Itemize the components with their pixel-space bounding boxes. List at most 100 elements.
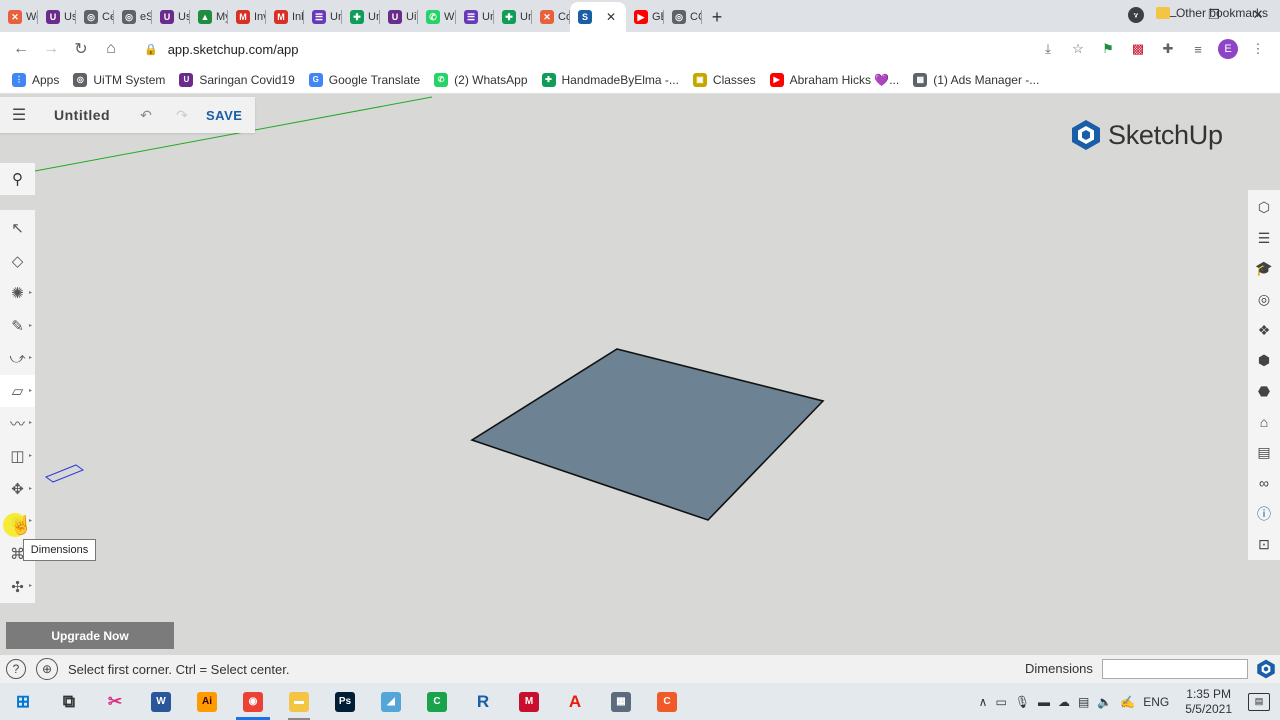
- taskbar-acrobat[interactable]: A: [552, 683, 598, 720]
- save-button[interactable]: SAVE: [200, 108, 242, 123]
- chrome-menu-icon[interactable]: ⋮: [1248, 39, 1268, 59]
- taskbar-app-c[interactable]: C: [644, 683, 690, 720]
- bookmark-star-icon[interactable]: ☆: [1068, 39, 1088, 59]
- profile-avatar[interactable]: E: [1218, 39, 1238, 59]
- pen-icon[interactable]: ✍: [1120, 695, 1135, 709]
- reload-icon[interactable]: ↻: [66, 34, 96, 64]
- model-canvas[interactable]: [0, 95, 1280, 655]
- tags-icon[interactable]: ⌂: [1248, 407, 1280, 438]
- arc-tool[interactable]: ⤻ ▸: [0, 342, 35, 375]
- microphone-icon[interactable]: 🎙: [1015, 695, 1030, 709]
- solar-icon[interactable]: ⊡: [1248, 529, 1280, 560]
- 3d-warehouse-icon[interactable]: ⬣: [1248, 376, 1280, 407]
- browser-tab[interactable]: ◎ Cert: [76, 2, 114, 32]
- redo-icon[interactable]: ↷: [164, 107, 200, 124]
- bookmark-item[interactable]: G Google Translate: [308, 72, 420, 87]
- taskbar-revit[interactable]: R: [460, 683, 506, 720]
- taskbar-snipping-tool[interactable]: ✂: [92, 683, 138, 720]
- bookmark-item[interactable]: ▦ (1) Ads Manager -...: [913, 72, 1039, 87]
- tab-close-icon[interactable]: ✕: [606, 10, 616, 24]
- browser-tab[interactable]: ▶ GET: [626, 2, 664, 32]
- browser-tab[interactable]: ✕ Wel: [0, 2, 38, 32]
- offset-tool[interactable]: ◫ ▸: [0, 440, 35, 473]
- browser-tab[interactable]: U UiTI: [380, 2, 418, 32]
- taskbar-start-button[interactable]: ⊞: [0, 683, 46, 720]
- taskbar-photoshop[interactable]: Ps: [322, 683, 368, 720]
- move-tool[interactable]: ✥ ▸: [0, 473, 35, 506]
- materials-icon[interactable]: ◎: [1248, 284, 1280, 315]
- forward-icon[interactable]: →: [36, 34, 66, 64]
- taskbar-illustrator[interactable]: Ai: [184, 683, 230, 720]
- home-icon[interactable]: ⌂: [96, 34, 126, 64]
- cloud-icon[interactable]: ☁: [1058, 695, 1070, 709]
- help-icon[interactable]: ?: [6, 659, 26, 679]
- instructor-icon[interactable]: 🎓: [1248, 253, 1280, 284]
- browser-tab[interactable]: ☰ Unt: [456, 2, 494, 32]
- address-bar[interactable]: 🔒 app.sketchup.com/app: [134, 36, 1094, 62]
- upgrade-now-button[interactable]: Upgrade Now: [6, 622, 174, 649]
- reading-list-icon[interactable]: ≡: [1188, 39, 1208, 59]
- taskbar-file-explorer[interactable]: ▬: [276, 683, 322, 720]
- install-icon[interactable]: ⤓: [1038, 39, 1058, 59]
- new-tab-button[interactable]: +: [702, 2, 732, 32]
- rectangle-face[interactable]: [470, 348, 825, 521]
- search-icon[interactable]: ⚲: [0, 163, 35, 195]
- browser-tab[interactable]: U Use: [152, 2, 190, 32]
- back-icon[interactable]: ←: [6, 34, 36, 64]
- browser-tab[interactable]: M Inbc: [266, 2, 304, 32]
- taskbar-word[interactable]: W: [138, 683, 184, 720]
- select-tool[interactable]: ↖: [0, 212, 35, 245]
- notifications-icon[interactable]: ▤: [1248, 692, 1270, 711]
- network-icon[interactable]: ▭: [995, 695, 1006, 709]
- extension-miro-icon[interactable]: ▩: [1128, 39, 1148, 59]
- components-icon[interactable]: ❖: [1248, 315, 1280, 346]
- display-icon[interactable]: ∞: [1248, 468, 1280, 499]
- menu-icon[interactable]: ☰: [0, 97, 38, 133]
- extension-flag-icon[interactable]: ⚑: [1098, 39, 1118, 59]
- clock[interactable]: 1:35 PM 5/5/2021: [1185, 687, 1232, 717]
- taskbar-sketchup-desktop[interactable]: ◢: [368, 683, 414, 720]
- bookmark-item[interactable]: ◎ UiTM System: [73, 72, 165, 87]
- rectangle-tool[interactable]: ▱ ▸: [0, 374, 35, 408]
- bookmark-item[interactable]: ▣ Classes: [692, 72, 756, 87]
- push-pull-tool[interactable]: 〰 ▸: [0, 407, 35, 440]
- browser-tab[interactable]: ✕ Cor: [532, 2, 570, 32]
- wifi-icon[interactable]: ▤: [1078, 695, 1089, 709]
- line-tool[interactable]: ✎ ▸: [0, 310, 35, 343]
- bookmarks-overflow-icon[interactable]: »: [1133, 6, 1140, 20]
- bookmark-item[interactable]: ✆ (2) WhatsApp: [434, 72, 528, 87]
- browser-tab[interactable]: S ✕: [570, 2, 626, 32]
- eraser-tool[interactable]: ◇: [0, 245, 35, 278]
- undo-icon[interactable]: ↶: [128, 107, 164, 124]
- taskbar-chrome[interactable]: ◉: [230, 683, 276, 720]
- browser-tab[interactable]: ◎ eSu: [114, 2, 152, 32]
- bookmark-item[interactable]: ▶ Abraham Hicks 💜...: [769, 72, 899, 87]
- taskbar-calculator[interactable]: ▦: [598, 683, 644, 720]
- styles-icon[interactable]: ⬢: [1248, 345, 1280, 376]
- browser-tab[interactable]: U Use: [38, 2, 76, 32]
- scenes-icon[interactable]: ▤: [1248, 437, 1280, 468]
- browser-tab[interactable]: ☰ Unt: [304, 2, 342, 32]
- browser-tab[interactable]: ✚ Unt: [342, 2, 380, 32]
- browser-tab[interactable]: ✚ Unt: [494, 2, 532, 32]
- browser-tab[interactable]: ◎ COS: [664, 2, 702, 32]
- paint-tool[interactable]: ✺ ▸: [0, 277, 35, 310]
- sketchup-status-icon[interactable]: [1256, 659, 1276, 679]
- browser-tab[interactable]: M Invit: [228, 2, 266, 32]
- measurements-input[interactable]: [1102, 659, 1248, 679]
- extensions-puzzle-icon[interactable]: ✚: [1158, 39, 1178, 59]
- tray-overflow-icon[interactable]: ∧: [979, 695, 988, 709]
- bookmark-item[interactable]: ✚ HandmadeByElma -...: [541, 72, 679, 87]
- bookmark-item[interactable]: ⋮ Apps: [12, 72, 59, 87]
- sketchup-viewport[interactable]: ☰ Untitled ↶ ↷ SAVE ⚲ ↖◇✺▸✎▸⤻▸▱▸〰▸◫▸✥▸◉▸…: [0, 95, 1280, 655]
- entity-info-icon[interactable]: ⬡: [1248, 192, 1280, 223]
- browser-tab[interactable]: ✆ Wh: [418, 2, 456, 32]
- orbit-tool[interactable]: ✣ ▸: [0, 570, 35, 603]
- info-icon[interactable]: ⓘ: [1248, 499, 1280, 530]
- volume-icon[interactable]: 🔈: [1097, 695, 1112, 709]
- bookmark-item[interactable]: U Saringan Covid19: [179, 72, 295, 87]
- browser-tab[interactable]: ▲ My: [190, 2, 228, 32]
- language-indicator[interactable]: ENG: [1143, 695, 1169, 709]
- outliner-icon[interactable]: ☰: [1248, 223, 1280, 254]
- battery-icon[interactable]: ▬: [1038, 695, 1050, 709]
